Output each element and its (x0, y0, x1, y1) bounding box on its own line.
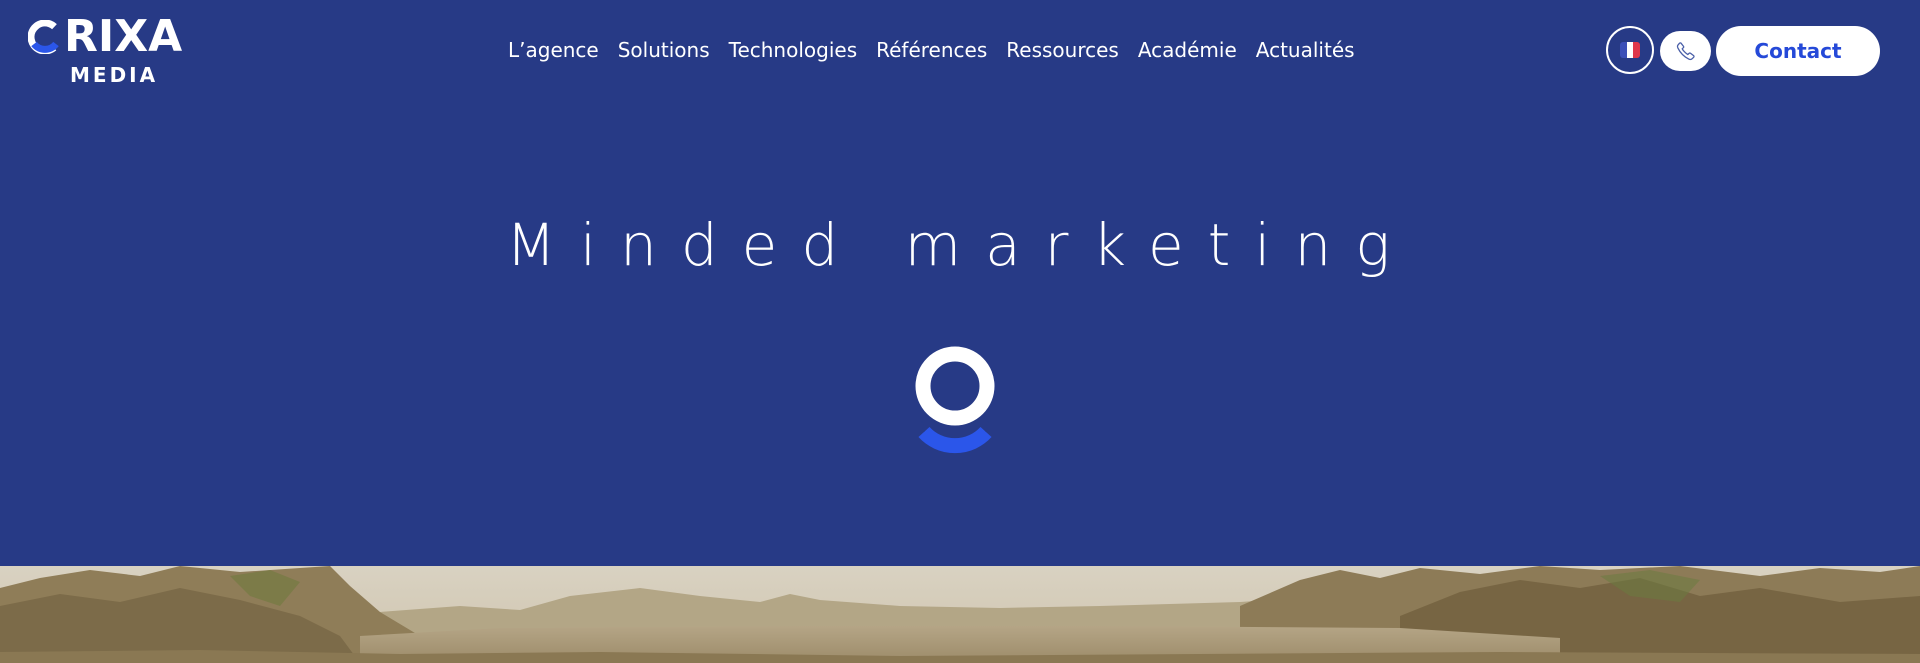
main-nav: L’agence Solutions Technologies Référenc… (508, 36, 1374, 64)
nav-item-solutions[interactable]: Solutions (618, 36, 710, 64)
site-header: RIXA MEDIA L’agence Solutions Technologi… (0, 0, 1920, 110)
nav-item-ressources[interactable]: Ressources (1006, 36, 1119, 64)
orixa-loader-icon (915, 346, 995, 454)
logo-subtitle: MEDIA (70, 63, 159, 87)
nav-item-academie[interactable]: Académie (1138, 36, 1237, 64)
page: RIXA MEDIA L’agence Solutions Technologi… (0, 0, 1920, 663)
contact-button[interactable]: Contact (1716, 26, 1880, 76)
language-switch-button[interactable] (1606, 26, 1654, 74)
logo[interactable]: RIXA MEDIA (28, 11, 203, 87)
nav-item-references[interactable]: Références (876, 36, 987, 64)
logo-o-icon (28, 20, 62, 54)
logo-mark: RIXA (28, 11, 203, 62)
phone-button[interactable] (1660, 31, 1711, 71)
nav-item-agence[interactable]: L’agence (508, 36, 599, 64)
hero-title: Minded marketing (505, 211, 1415, 279)
logo-text: RIXA (64, 11, 183, 62)
france-flag-icon (1620, 42, 1640, 58)
phone-icon (1676, 42, 1695, 61)
nav-item-technologies[interactable]: Technologies (729, 36, 857, 64)
nav-item-actualites[interactable]: Actualités (1256, 36, 1355, 64)
landscape-image (0, 566, 1920, 663)
